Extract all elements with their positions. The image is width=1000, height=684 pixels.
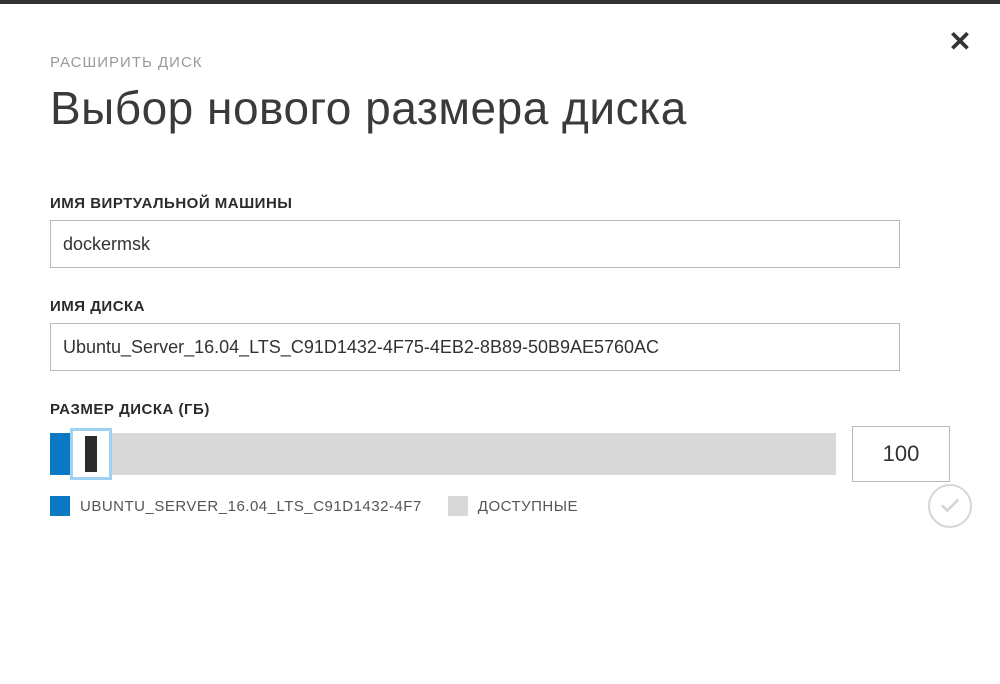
slider-legend: UBUNTU_SERVER_16.04_LTS_C91D1432-4F7 ДОС… xyxy=(50,496,950,516)
slider-handle[interactable] xyxy=(70,428,112,480)
legend-available-label: ДОСТУПНЫЕ xyxy=(478,498,578,515)
disk-name-value: Ubuntu_Server_16.04_LTS_C91D1432-4F75-4E… xyxy=(63,337,659,358)
slider-handle-grip-icon xyxy=(85,436,97,472)
legend-item-available: ДОСТУПНЫЕ xyxy=(448,496,578,516)
disk-size-input[interactable] xyxy=(852,426,950,482)
confirm-button[interactable] xyxy=(928,484,972,528)
disk-name-label: ИМЯ ДИСКА xyxy=(50,298,950,315)
vm-name-input[interactable]: dockermsk xyxy=(50,220,900,268)
close-button[interactable]: ✕ xyxy=(948,32,972,56)
check-icon xyxy=(939,495,961,517)
page-title: Выбор нового размера диска xyxy=(50,81,950,135)
close-icon: ✕ xyxy=(948,26,971,57)
vm-name-label: ИМЯ ВИРТУАЛЬНОЙ МАШИНЫ xyxy=(50,195,950,212)
disk-name-input[interactable]: Ubuntu_Server_16.04_LTS_C91D1432-4F75-4E… xyxy=(50,323,900,371)
legend-used-label: UBUNTU_SERVER_16.04_LTS_C91D1432-4F7 xyxy=(80,498,422,515)
legend-swatch-used xyxy=(50,496,70,516)
disk-size-row xyxy=(50,426,950,482)
disk-size-slider[interactable] xyxy=(50,433,836,475)
disk-size-label: РАЗМЕР ДИСКА (ГБ) xyxy=(50,401,950,418)
breadcrumb: РАСШИРИТЬ ДИСК xyxy=(50,54,950,71)
slider-track-available xyxy=(66,433,836,475)
legend-item-used: UBUNTU_SERVER_16.04_LTS_C91D1432-4F7 xyxy=(50,496,422,516)
expand-disk-dialog: ✕ РАСШИРИТЬ ДИСК Выбор нового размера ди… xyxy=(0,4,1000,556)
legend-swatch-available xyxy=(448,496,468,516)
vm-name-value: dockermsk xyxy=(63,234,150,255)
